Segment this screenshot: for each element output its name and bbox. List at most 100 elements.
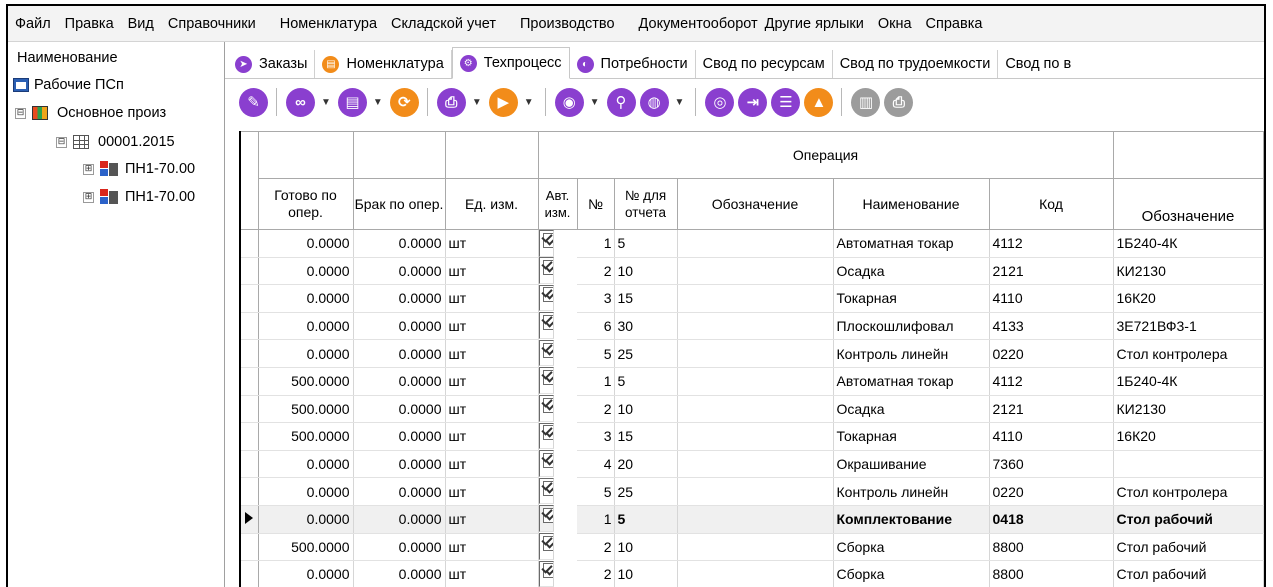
menu-view[interactable]: Вид (121, 6, 161, 42)
table-row[interactable]: 0.0000 0.0000 шт 5 25 Контроль линейн 0220 Стол… (239, 339, 1264, 368)
table-row[interactable]: 0.0000 0.0000 шт 1 5 Комплектование 0418 Стол р… (239, 505, 1264, 534)
header-report-number[interactable]: № для отчета (613, 178, 678, 230)
cell-number[interactable]: 3 (577, 284, 615, 313)
cell-report-number[interactable]: 10 (614, 533, 678, 562)
header-defect[interactable]: Брак по опер. (352, 178, 446, 230)
checkbox-checked-icon[interactable] (542, 425, 553, 441)
menu-nomenclature[interactable]: Номенклатура (273, 6, 384, 42)
cell-auto[interactable] (538, 339, 554, 367)
view-icon[interactable]: ◉ (554, 87, 584, 117)
cell-equipment[interactable]: Стол рабочий (1113, 560, 1264, 587)
table-row[interactable]: 500.0000 0.0000 шт 3 15 Токарная 4110 16К20 (239, 422, 1264, 451)
row-indicator[interactable] (239, 477, 259, 506)
cell-designation[interactable] (677, 229, 834, 258)
cell-code[interactable]: 0220 (989, 477, 1114, 506)
row-indicator[interactable] (239, 339, 259, 368)
row-indicator[interactable] (239, 367, 259, 396)
row-indicator[interactable] (239, 395, 259, 424)
tab-summary-more[interactable]: Свод по в (998, 50, 1078, 78)
row-indicator[interactable] (239, 450, 259, 479)
cell-name[interactable]: Осадка (833, 395, 990, 424)
cell-auto[interactable] (538, 422, 554, 450)
checkbox-checked-icon[interactable] (542, 232, 553, 248)
cell-designation[interactable] (677, 284, 834, 313)
cell-name[interactable]: Сборка (833, 560, 990, 587)
cell-defect[interactable]: 0.0000 (353, 560, 446, 587)
cell-ready[interactable]: 0.0000 (258, 312, 354, 341)
cell-equipment[interactable]: КИ2130 (1113, 257, 1264, 286)
cell-auto[interactable] (538, 312, 554, 339)
export-icon[interactable]: ⇥ (738, 87, 768, 117)
cell-ready[interactable]: 500.0000 (258, 395, 354, 424)
tree-node-item-1[interactable]: ⊞ ПН1-70.00 (83, 158, 195, 180)
row-indicator[interactable] (239, 284, 259, 313)
cell-code[interactable]: 0418 (989, 505, 1114, 534)
cell-designation[interactable] (677, 533, 834, 562)
collapse-icon[interactable]: ⊟ (15, 107, 26, 119)
cell-code[interactable]: 4133 (989, 312, 1114, 341)
cell-number[interactable]: 2 (577, 395, 615, 424)
cell-designation[interactable] (677, 367, 834, 396)
cell-name[interactable]: Контроль линейн (833, 339, 990, 368)
cell-report-number[interactable]: 20 (614, 450, 678, 479)
document-icon[interactable]: ▤ (337, 87, 367, 117)
table-row[interactable]: 0.0000 0.0000 шт 1 5 Автоматная токар 4112 1Б24… (239, 229, 1264, 258)
cell-report-number[interactable]: 10 (614, 395, 678, 424)
cell-defect[interactable]: 0.0000 (353, 229, 446, 258)
tab-requirements[interactable]: ◐ Потребности (570, 50, 696, 78)
header-number[interactable]: № (576, 178, 615, 230)
cell-name[interactable]: Автоматная токар (833, 229, 990, 258)
cell-number[interactable]: 6 (577, 312, 615, 341)
cell-defect[interactable]: 0.0000 (353, 477, 446, 506)
menu-help[interactable]: Справка (919, 6, 990, 42)
cell-number[interactable]: 1 (577, 367, 615, 396)
refresh-icon[interactable]: ⟳ (389, 87, 419, 117)
cell-designation[interactable] (677, 257, 834, 286)
cell-defect[interactable]: 0.0000 (353, 367, 446, 396)
cell-unit[interactable]: шт (445, 422, 539, 451)
tab-process[interactable]: ⚙ Техпроцесс (451, 47, 570, 79)
cell-auto[interactable] (538, 450, 554, 477)
cell-name[interactable]: Автоматная токар (833, 367, 990, 396)
cell-unit[interactable]: шт (445, 257, 539, 286)
cell-designation[interactable] (677, 312, 834, 341)
checkbox-checked-icon[interactable] (542, 287, 553, 303)
cell-defect[interactable]: 0.0000 (353, 505, 446, 534)
menu-directories[interactable]: Справочники (161, 6, 263, 42)
checkbox-checked-icon[interactable] (542, 397, 553, 413)
row-indicator[interactable] (239, 560, 259, 587)
cone-icon[interactable]: ▲ (804, 87, 834, 117)
cell-ready[interactable]: 0.0000 (258, 257, 354, 286)
cell-name[interactable]: Сборка (833, 533, 990, 562)
cell-defect[interactable]: 0.0000 (353, 450, 446, 479)
table-row[interactable]: 500.0000 0.0000 шт 1 5 Автоматная токар 4112 1Б… (239, 367, 1264, 396)
cell-unit[interactable]: шт (445, 339, 539, 368)
header-auto[interactable]: Авт. изм. (537, 178, 578, 230)
cell-defect[interactable]: 0.0000 (353, 533, 446, 562)
cell-equipment[interactable]: 1Б240-4К (1113, 367, 1264, 396)
cell-auto[interactable] (538, 560, 554, 587)
cell-equipment[interactable]: Стол контролера (1113, 339, 1264, 368)
tree-node-workplaces[interactable]: Рабочие ПСп (13, 74, 124, 96)
header-designation[interactable]: Обозначение (676, 178, 834, 230)
cell-number[interactable]: 2 (577, 560, 615, 587)
checkbox-checked-icon[interactable] (542, 508, 553, 524)
menu-warehouse[interactable]: Складской учет (384, 6, 503, 42)
search-icon[interactable]: ⚲ (606, 87, 636, 117)
cell-code[interactable]: 4112 (989, 229, 1114, 258)
row-indicator[interactable] (239, 505, 259, 534)
cell-auto[interactable] (538, 395, 554, 422)
tab-orders[interactable]: ➤ Заказы (225, 50, 316, 78)
table-row[interactable]: 0.0000 0.0000 шт 6 30 Плоскошлифовал 4133 3Е721… (239, 312, 1264, 341)
cell-unit[interactable]: шт (445, 560, 539, 587)
cell-defect[interactable]: 0.0000 (353, 422, 446, 451)
cell-report-number[interactable]: 25 (614, 477, 678, 506)
header-ready[interactable]: Готово по опер. (257, 178, 354, 230)
cell-designation[interactable] (677, 339, 834, 368)
cell-equipment[interactable]: Стол рабочий (1113, 505, 1264, 534)
checkbox-checked-icon[interactable] (542, 535, 553, 551)
cell-designation[interactable] (677, 395, 834, 424)
table-row[interactable]: 500.0000 0.0000 шт 2 10 Осадка 2121 КИ2130 (239, 395, 1264, 424)
chevron-down-icon[interactable]: ▼ (524, 97, 534, 108)
print-icon[interactable]: ⎙ (436, 87, 466, 117)
